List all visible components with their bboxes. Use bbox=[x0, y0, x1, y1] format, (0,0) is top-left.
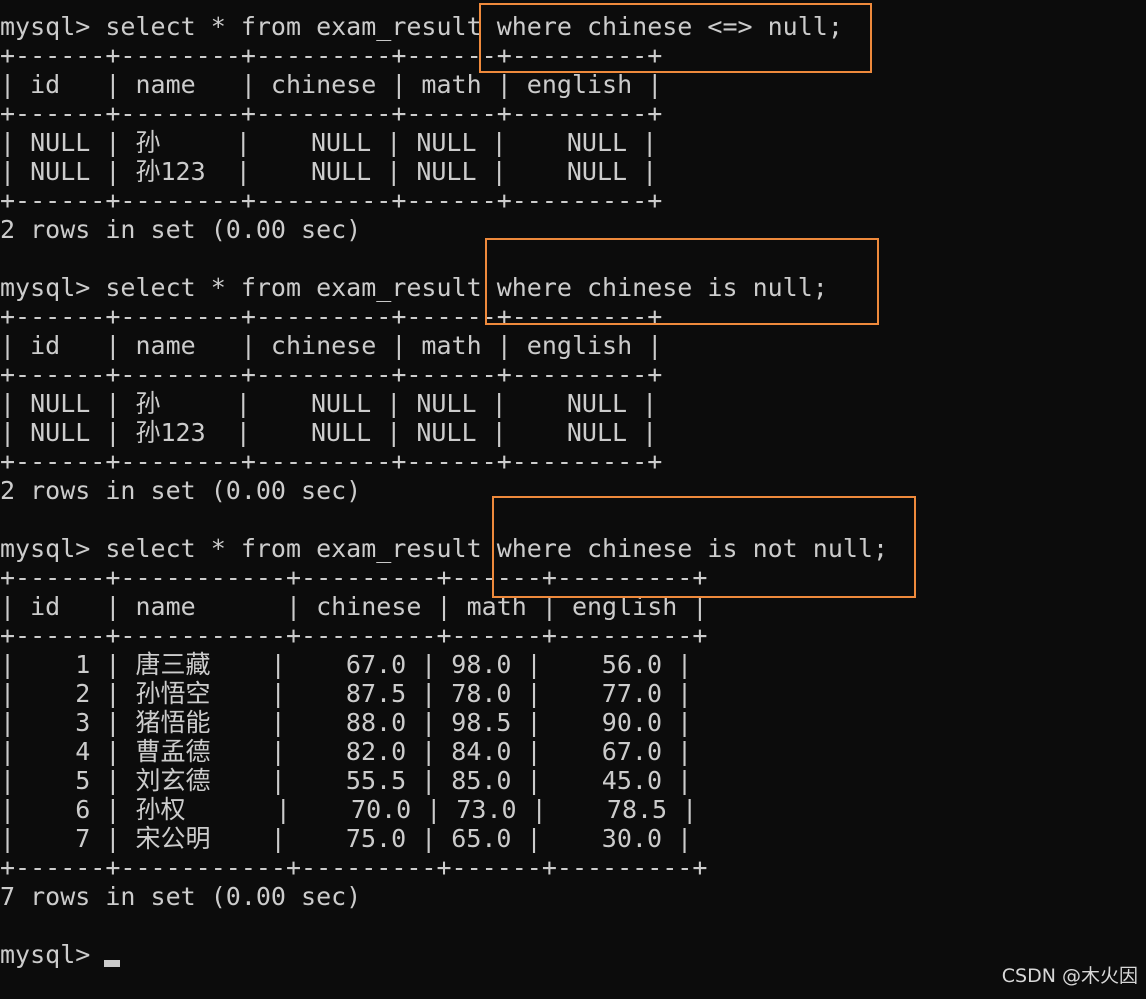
table-row: | NULL | 孙 | NULL | NULL | NULL | bbox=[0, 128, 658, 157]
table-border: +------+--------+---------+------+------… bbox=[0, 99, 663, 128]
table-row: | 6 | 孙权 | 70.0 | 73.0 | 78.5 | bbox=[0, 795, 698, 824]
result-summary: 2 rows in set (0.00 sec) bbox=[0, 476, 362, 505]
terminal-window[interactable]: mysql> select * from exam_result where c… bbox=[0, 0, 1146, 999]
table-header: | id | name | chinese | math | english | bbox=[0, 331, 663, 360]
table-row: | NULL | 孙123 | NULL | NULL | NULL | bbox=[0, 418, 658, 447]
highlight-box bbox=[479, 3, 872, 73]
table-border: +------+--------+---------+------+------… bbox=[0, 186, 663, 215]
watermark: CSDN @木火因 bbox=[1001, 965, 1138, 987]
table-row: | NULL | 孙 | NULL | NULL | NULL | bbox=[0, 389, 658, 418]
result-summary: 2 rows in set (0.00 sec) bbox=[0, 215, 362, 244]
table-row: | 7 | 宋公明 | 75.0 | 65.0 | 30.0 | bbox=[0, 824, 693, 853]
table-border: +------+--------+---------+------+------… bbox=[0, 447, 663, 476]
table-header: | id | name | chinese | math | english | bbox=[0, 70, 663, 99]
table-border: +------+-----------+---------+------+---… bbox=[0, 621, 708, 650]
highlight-box bbox=[492, 496, 916, 598]
table-border: +------+-----------+---------+------+---… bbox=[0, 853, 708, 882]
text-cursor bbox=[104, 960, 120, 967]
table-row: | 4 | 曹孟德 | 82.0 | 84.0 | 67.0 | bbox=[0, 737, 693, 766]
table-row: | 3 | 猪悟能 | 88.0 | 98.5 | 90.0 | bbox=[0, 708, 693, 737]
table-border: +------+--------+---------+------+------… bbox=[0, 360, 663, 389]
table-row: | 5 | 刘玄德 | 55.5 | 85.0 | 45.0 | bbox=[0, 766, 693, 795]
table-row: | 2 | 孙悟空 | 87.5 | 78.0 | 77.0 | bbox=[0, 679, 693, 708]
highlight-box bbox=[485, 238, 879, 325]
table-row: | NULL | 孙123 | NULL | NULL | NULL | bbox=[0, 157, 658, 186]
table-row: | 1 | 唐三藏 | 67.0 | 98.0 | 56.0 | bbox=[0, 650, 693, 679]
result-summary: 7 rows in set (0.00 sec) bbox=[0, 882, 362, 911]
prompt-line[interactable]: mysql> bbox=[0, 940, 105, 969]
